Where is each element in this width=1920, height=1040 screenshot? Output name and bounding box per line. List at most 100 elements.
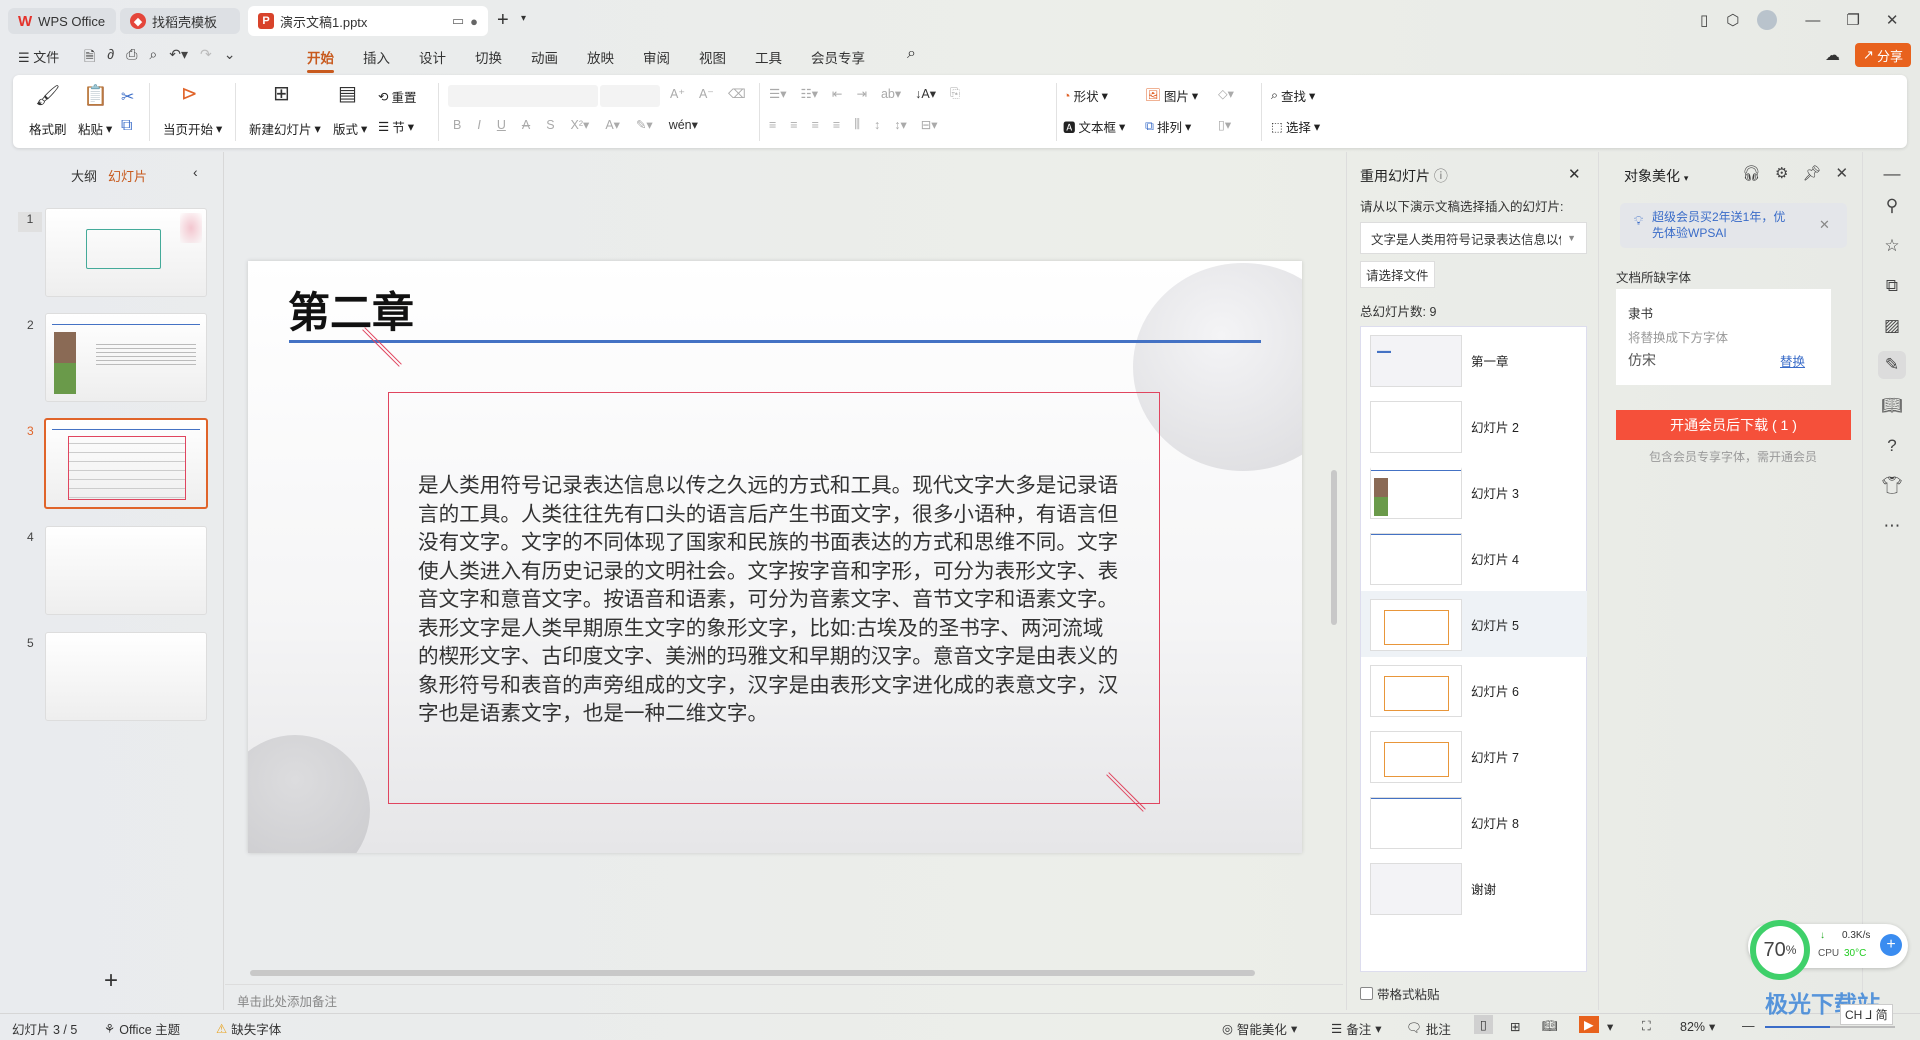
zoom-out-icon[interactable]: — [1742, 1019, 1755, 1033]
shirt-icon[interactable]: 👕︎ [1878, 472, 1906, 500]
reading-view-icon[interactable]: 📖︎ [1542, 1019, 1558, 1034]
close-icon[interactable]: ✕ [1568, 165, 1581, 183]
missing-font-button[interactable]: ⚠ 缺失字体 [216, 1019, 281, 1038]
reuse-slide-item[interactable]: 幻灯片 2 [1361, 393, 1587, 459]
more-chevron-icon[interactable]: ⌄ [224, 46, 236, 70]
tab-list-chevron-icon[interactable]: ▾ [521, 13, 526, 24]
smart-beautify-button[interactable]: ◎ 智能美化 ▾ [1222, 1019, 1297, 1038]
play-chevron-icon[interactable]: ▾ [1607, 1019, 1613, 1034]
decrease-font-icon[interactable]: A⁻ [699, 86, 714, 101]
theme-button[interactable]: ⚘ Office 主题 [104, 1019, 180, 1038]
section-button[interactable]: ☰ 节 ▾ [378, 117, 414, 136]
restore-icon[interactable]: ❐ [1846, 11, 1859, 29]
promo-banner[interactable]: 💡︎ 超级会员买2年送1年，优先体验WPSAI ✕ [1620, 203, 1847, 248]
close-icon[interactable]: ✕ [1886, 11, 1899, 29]
reuse-icon[interactable]: ⧉ [1878, 272, 1906, 300]
numbering-icon[interactable]: ☷▾ [800, 86, 817, 101]
valign-icon[interactable]: ⊟▾ [921, 117, 938, 132]
image-edit-icon[interactable]: ▨ [1878, 312, 1906, 340]
sorter-view-icon[interactable]: ⊞ [1510, 1019, 1520, 1034]
memory-gauge[interactable]: 70% [1750, 920, 1810, 980]
line-spacing-icon[interactable]: ↕ [874, 118, 880, 132]
menu-design[interactable]: 设计 [419, 47, 446, 67]
align-left-icon[interactable]: ≡ [769, 118, 776, 132]
reuse-slide-item[interactable]: 幻灯片 4 [1361, 525, 1587, 591]
justify-icon[interactable]: ≡ [833, 118, 840, 132]
vertical-scrollbar[interactable] [1331, 470, 1337, 625]
beautify-tool-icon[interactable]: ✎ [1878, 351, 1906, 379]
menu-slideshow[interactable]: 放映 [587, 47, 614, 67]
reuse-slide-item[interactable]: 幻灯片 8 [1361, 789, 1587, 855]
clear-format-icon[interactable]: ⌫ [728, 86, 746, 101]
distribute-icon[interactable]: ⫼ [854, 117, 860, 132]
share-link-icon[interactable]: ∂ [107, 46, 114, 70]
cut-icon[interactable]: ✂ [121, 87, 134, 107]
select-button[interactable]: ⬚ 选择 ▾ [1271, 117, 1320, 136]
superscript-icon[interactable]: X²▾ [571, 117, 590, 132]
close-promo-icon[interactable]: ✕ [1819, 217, 1830, 233]
shape-button[interactable]: ◔ 形状 ▾ [1063, 86, 1108, 105]
reuse-slide-item[interactable]: ▬▬ 第一章 [1361, 327, 1587, 393]
keep-format-checkbox[interactable]: 带格式粘贴 [1360, 984, 1440, 1003]
font-size-select[interactable] [600, 85, 660, 107]
replace-link[interactable]: 替换 [1780, 351, 1805, 370]
download-button[interactable]: 开通会员后下载 ( 1 ) [1616, 410, 1851, 440]
minimize-icon[interactable]: — [1805, 12, 1820, 29]
paste-button[interactable]: 粘贴 ▾ [78, 119, 112, 138]
arrange-button[interactable]: ⧉ 排列 ▾ [1145, 117, 1191, 136]
italic-icon[interactable]: I [477, 118, 480, 132]
collapse-panel-icon[interactable]: ‹ [193, 164, 198, 180]
gear-icon[interactable]: ⚙ [1775, 164, 1788, 182]
phone-icon[interactable]: ▯ [1700, 11, 1708, 29]
slide-thumbnail-3[interactable] [44, 418, 208, 509]
slide-thumbnail-2[interactable] [45, 313, 207, 402]
tab-slides[interactable]: 幻灯片 [108, 166, 147, 185]
align-center-icon[interactable]: ≡ [790, 118, 797, 132]
tab-docer-templates[interactable]: ◆ 找稻壳模板 [120, 8, 240, 34]
headset-icon[interactable]: 🎧︎ [1742, 164, 1761, 182]
fill-icon[interactable]: ◇▾ [1218, 86, 1234, 101]
play-current-button[interactable]: 当页开始 ▾ [163, 119, 222, 138]
underline-icon[interactable]: U [497, 118, 506, 132]
comments-button[interactable]: 🗨︎ 批注 [1406, 1019, 1451, 1038]
slide-title[interactable]: 第二章 [288, 279, 414, 340]
strikethrough-icon[interactable]: A [522, 118, 530, 132]
align-right-icon[interactable]: ≡ [812, 118, 819, 132]
convert-icon[interactable]: ⎘ [950, 86, 960, 101]
close-icon[interactable]: ✕ [1836, 164, 1849, 182]
menu-animation[interactable]: 动画 [531, 47, 558, 67]
checkbox-icon[interactable] [1360, 987, 1373, 1000]
redo-icon[interactable]: ↷ [200, 46, 212, 70]
save-icon[interactable]: 🗎 [84, 46, 95, 70]
slide-thumbnail-4[interactable] [45, 526, 207, 615]
menu-member[interactable]: 会员专享 [811, 47, 865, 67]
zoom-level[interactable]: 82% ▾ [1680, 1019, 1715, 1035]
sort-icon[interactable]: ↓A▾ [915, 86, 936, 101]
tab-presentation[interactable]: P 演示文稿1.pptx ▭ ● [248, 6, 488, 36]
normal-view-icon[interactable]: ▯ [1474, 1015, 1493, 1034]
pin-icon[interactable]: 📌︎ [1803, 164, 1822, 182]
highlight-icon[interactable]: ✎▾ [636, 117, 653, 132]
print-preview-icon[interactable]: ⌕ [149, 46, 157, 70]
new-tab-button[interactable]: + [497, 9, 509, 32]
zoom-slider[interactable] [1765, 1026, 1895, 1028]
reuse-slide-item[interactable]: 幻灯片 5 [1361, 591, 1587, 657]
play-slideshow-button[interactable]: ▶ [1579, 1016, 1599, 1033]
increase-font-icon[interactable]: A⁺ [670, 86, 685, 101]
reuse-slide-item[interactable]: 谢谢 [1361, 855, 1587, 921]
horizontal-scrollbar[interactable] [250, 970, 1255, 976]
ime-indicator[interactable]: CH ⅃ 简 [1840, 1004, 1893, 1025]
shadow-icon[interactable]: S [546, 118, 554, 132]
help-icon[interactable]: ? [1878, 432, 1906, 460]
text-box[interactable]: 是人类用符号记录表达信息以传之久远的方式和工具。现代文字大多是记录语 言的工具。… [388, 392, 1160, 804]
slide-thumbnail-5[interactable] [45, 632, 207, 721]
bullets-icon[interactable]: ☰▾ [769, 86, 786, 101]
new-slide-button[interactable]: 新建幻灯片 ▾ [249, 119, 321, 138]
textbox-button[interactable]: 🅰 文本框 ▾ [1063, 117, 1125, 136]
undo-icon[interactable]: ↶▾ [169, 46, 188, 70]
reset-button[interactable]: ⟲ 重置 [378, 87, 417, 106]
outdent-icon[interactable]: ⇤ [832, 86, 842, 101]
menu-insert[interactable]: 插入 [363, 47, 390, 67]
adjust-icon[interactable]: ⚲ [1878, 192, 1906, 220]
bold-icon[interactable]: B [453, 118, 461, 132]
